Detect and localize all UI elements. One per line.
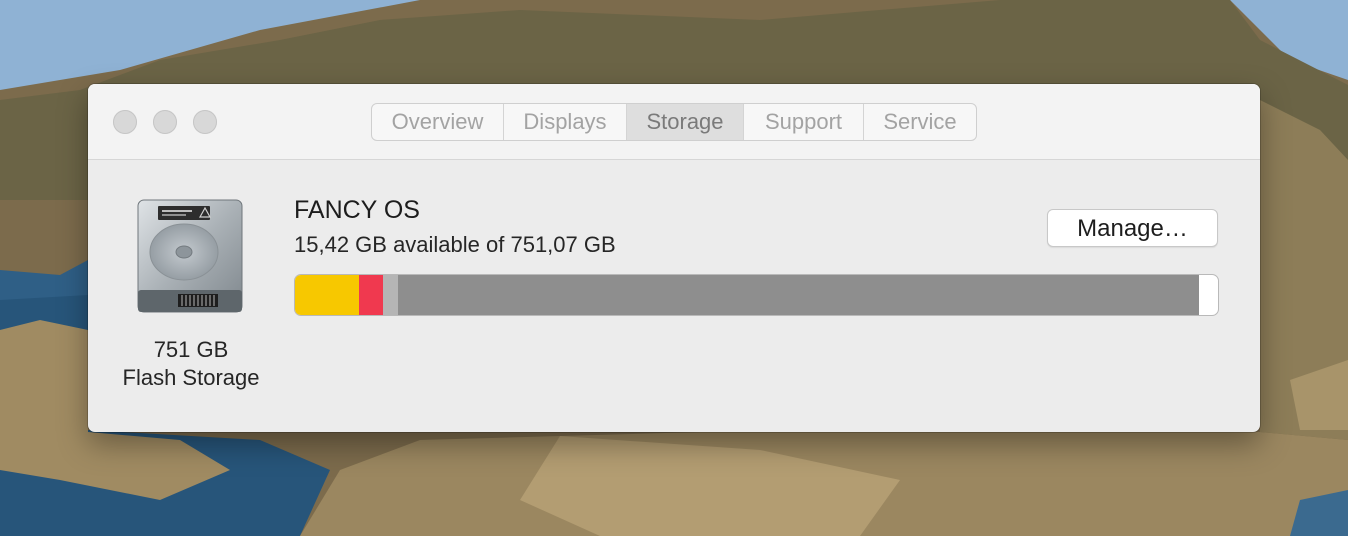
tab-service[interactable]: Service [864, 104, 976, 140]
volume-available-text: 15,42 GB available of 751,07 GB [294, 232, 616, 257]
tab-displays[interactable]: Displays [504, 104, 627, 140]
tab-storage[interactable]: Storage [627, 104, 744, 140]
storage-usage-bar[interactable] [294, 274, 1219, 316]
titlebar: Overview Displays Storage Support Servic… [88, 84, 1260, 160]
storage-segment-light-gray-category[interactable] [383, 275, 399, 315]
tab-overview[interactable]: Overview [372, 104, 504, 140]
disk-size-label: 751 GB [153, 337, 229, 362]
disk-caption: 751 GB Flash Storage [108, 336, 274, 392]
disk-type-label: Flash Storage [122, 365, 260, 390]
storage-segment-yellow-category[interactable] [295, 275, 359, 315]
close-button[interactable] [113, 110, 137, 134]
tab-support[interactable]: Support [744, 104, 864, 140]
tab-bar: Overview Displays Storage Support Servic… [371, 103, 977, 141]
about-this-mac-window: Overview Displays Storage Support Servic… [88, 84, 1260, 432]
manage-button[interactable]: Manage… [1047, 209, 1218, 247]
minimize-button[interactable] [153, 110, 177, 134]
storage-segment-gray-category[interactable] [398, 275, 1199, 315]
volume-name: FANCY OS [294, 196, 420, 224]
storage-segment-red-category[interactable] [359, 275, 383, 315]
hard-drive-icon [134, 198, 246, 316]
zoom-button[interactable] [193, 110, 217, 134]
